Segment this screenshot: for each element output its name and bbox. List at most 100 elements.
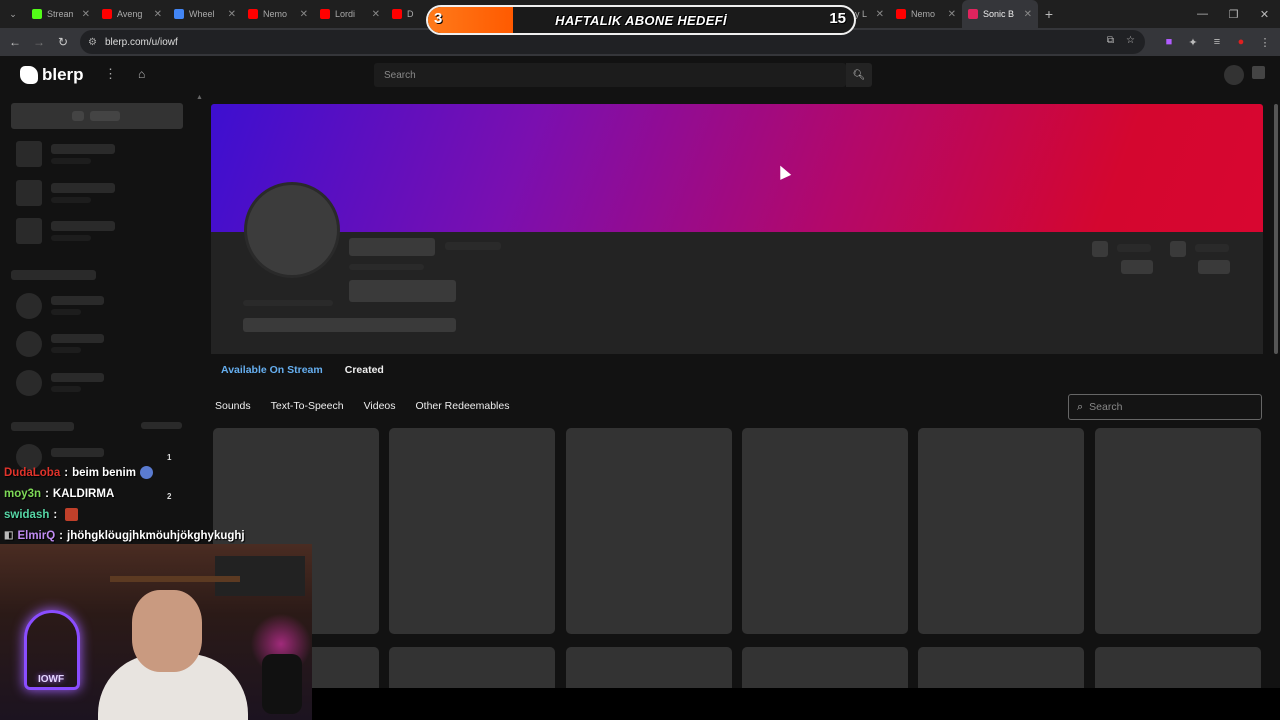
profile-card [211, 232, 1263, 354]
chat-text: KALDIRMA [52, 487, 115, 500]
tab-label: Wheel [189, 9, 215, 19]
tab-close-icon[interactable]: ✕ [1024, 9, 1032, 20]
tab-label: Aveng [117, 9, 143, 19]
sound-card-skeleton[interactable] [742, 428, 908, 634]
profile-avatar[interactable] [244, 182, 340, 278]
tab-close-icon[interactable]: ✕ [228, 9, 236, 20]
install-app-icon[interactable]: ⧉ [1107, 35, 1114, 46]
bottom-letterbox [312, 688, 1280, 720]
user-avatar[interactable] [1224, 65, 1244, 85]
media-control-icon[interactable]: ≡ [1210, 35, 1224, 49]
chat-username: moy3n [4, 487, 42, 500]
browser-menu-icon[interactable]: ⋮ [1258, 35, 1272, 49]
extensions-puzzle-icon[interactable]: ✦ [1186, 35, 1200, 49]
home-icon[interactable]: ⌂ [138, 67, 145, 81]
url-text: blerp.com/u/iowf [104, 36, 178, 48]
sidebar-badge: 1 [167, 453, 172, 462]
app-menu-dots-icon[interactable]: ⋮ [104, 66, 117, 82]
tab-search-chevron-icon[interactable]: ⌄ [0, 0, 26, 28]
restore-icon[interactable]: ❐ [1218, 0, 1249, 28]
browser-tab[interactable]: Lordi ✕ [314, 0, 386, 28]
filter-text-to-speech[interactable]: Text-To-Speech [271, 400, 344, 412]
main-content: Available On Stream Created Sounds Text-… [211, 94, 1265, 720]
sidebar-skeleton-line [51, 183, 115, 193]
chat-separator: : [53, 508, 58, 521]
neon-sign-label: IOWF [38, 674, 65, 685]
reload-icon[interactable]: ↻ [51, 28, 75, 56]
blerp-logo[interactable]: blerp [20, 65, 84, 85]
stat-skeleton-line [1195, 244, 1229, 252]
sidebar-skeleton-heading [11, 270, 96, 280]
logo-text: blerp [42, 65, 84, 84]
sidebar-skeleton-line [51, 296, 104, 305]
new-tab-plus-icon[interactable]: + [1038, 6, 1060, 22]
sidebar-skeleton-heading [11, 422, 74, 431]
tab-available-on-stream[interactable]: Available On Stream [221, 364, 323, 376]
sound-card-skeleton[interactable] [389, 428, 555, 634]
browser-tab[interactable]: Sonic B ✕ [962, 0, 1038, 28]
profile-skeleton-line [349, 264, 424, 270]
chat-message: DudaLoba: beim benim [4, 462, 304, 483]
sound-card-skeleton[interactable] [566, 428, 732, 634]
profile-skeleton-line [445, 242, 501, 250]
browser-tab[interactable]: Wheel ✕ [168, 0, 242, 28]
sound-card-skeleton[interactable] [918, 428, 1084, 634]
header-square-placeholder[interactable] [1252, 66, 1265, 79]
tab-label: Nemo [263, 9, 288, 19]
filter-sounds[interactable]: Sounds [215, 400, 251, 412]
browser-tab[interactable]: Aveng ✕ [96, 0, 168, 28]
streamer-webcam: IOWF [0, 544, 312, 720]
chat-username: ElmirQ [17, 529, 56, 542]
chat-username: DudaLoba [4, 466, 61, 479]
app-search-input[interactable]: Search [374, 63, 846, 87]
omnibox-icons: ⧉ ☆ [1107, 35, 1135, 46]
page-scrollbar[interactable] [1272, 96, 1280, 720]
sidebar-skeleton-avatar [16, 293, 42, 319]
close-window-icon[interactable]: ✕ [1249, 0, 1280, 28]
browser-tab[interactable]: Nemo ✕ [242, 0, 314, 28]
search-icon[interactable]: 🔍︎ [846, 63, 872, 87]
minimize-icon[interactable]: — [1187, 0, 1218, 28]
bookmark-star-icon[interactable]: ☆ [1126, 35, 1135, 46]
tab-favicon-icon [968, 9, 978, 19]
filter-other-redeemables[interactable]: Other Redeemables [416, 400, 510, 412]
sidebar-skeleton-line [51, 235, 91, 241]
stat-skeleton-icon [1170, 241, 1186, 257]
tab-label: Lordi [335, 9, 356, 19]
tab-close-icon[interactable]: ✕ [372, 9, 380, 20]
tab-close-icon[interactable]: ✕ [82, 9, 90, 20]
back-arrow-icon[interactable]: ← [3, 28, 27, 56]
profile-tabs: Available On Stream Created [221, 364, 384, 376]
sidebar-scroll-up-icon[interactable]: ▲ [196, 94, 203, 101]
sidebar-skeleton-line [51, 158, 91, 164]
grid-search-input[interactable]: ⌕ Search [1068, 394, 1262, 420]
tab-close-icon[interactable]: ✕ [876, 9, 884, 20]
sound-card-skeleton[interactable] [1095, 428, 1261, 634]
tab-close-icon[interactable]: ✕ [154, 9, 162, 20]
site-info-icon[interactable]: ⚙ [88, 37, 97, 48]
sidebar-skeleton-avatar [16, 331, 42, 357]
extension-icons: ■ ✦ ≡ ● ⋮ [1162, 28, 1280, 56]
browser-tab[interactable]: Nemo ✕ [890, 0, 962, 28]
stat-skeleton-icon [1092, 241, 1108, 257]
scrollbar-thumb[interactable] [1274, 104, 1278, 354]
sub-goal-overlay: 3 HAFTALIK ABONE HEDEFİ 15 [426, 5, 856, 35]
filter-videos[interactable]: Videos [364, 400, 396, 412]
tab-created[interactable]: Created [345, 364, 384, 376]
tab-close-icon[interactable]: ✕ [300, 9, 308, 20]
sidebar-skeleton-button-icon [72, 111, 84, 121]
sidebar-skeleton-line [51, 373, 104, 382]
search-icon: ⌕ [1077, 400, 1084, 413]
window-controls: — ❐ ✕ [1187, 0, 1280, 28]
chat-message: moy3n: KALDIRMA [4, 483, 304, 504]
tab-favicon-icon [32, 9, 42, 19]
browser-tab[interactable]: Stream ✕ [26, 0, 96, 28]
profile-skeleton-line [243, 300, 333, 306]
profile-avatar-icon[interactable]: ● [1234, 35, 1248, 49]
webcam-shelf [110, 576, 240, 582]
sidebar-skeleton-line [51, 221, 115, 231]
extension-purple-icon[interactable]: ■ [1162, 35, 1176, 49]
tab-close-icon[interactable]: ✕ [948, 9, 956, 20]
forward-arrow-icon[interactable]: → [27, 28, 51, 56]
sidebar-skeleton-line [51, 334, 104, 343]
